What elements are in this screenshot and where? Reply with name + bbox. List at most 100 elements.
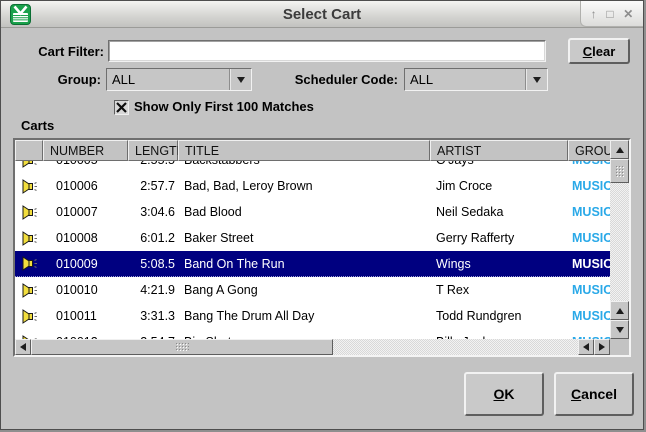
triangle-up-icon — [616, 147, 624, 153]
triangle-right-icon — [599, 343, 605, 351]
row-cell-number: 010010 — [43, 283, 128, 297]
vertical-scroll-track[interactable] — [610, 183, 629, 301]
scheduler-code-combobox-arrow[interactable] — [525, 69, 547, 90]
cart-filter-label: Cart Filter: — [1, 44, 104, 59]
header-number[interactable]: NUMBER — [43, 140, 128, 161]
triangle-left-icon — [20, 343, 26, 351]
speaker-icon — [21, 205, 38, 220]
row-cell-artist: Jim Croce — [430, 179, 568, 193]
shade-icon[interactable]: ↑ — [591, 8, 597, 20]
row-cell-artist: Todd Rundgren — [430, 309, 568, 323]
group-label: Group: — [1, 72, 101, 87]
speaker-icon — [21, 256, 38, 271]
header-group[interactable]: GROUP — [568, 140, 610, 161]
row-cell-title: Band On The Run — [178, 257, 430, 271]
row-cell-length: 6:01.2 — [128, 231, 178, 245]
row-cell-group: MUSIC — [568, 283, 610, 297]
row-cell-number: 010008 — [43, 231, 128, 245]
table-row[interactable]: 010009 5:08.5 Band On The Run Wings MUSI… — [15, 251, 610, 277]
chevron-down-icon — [533, 77, 541, 83]
thumb-grip — [615, 165, 625, 177]
vertical-scrollbar[interactable] — [610, 140, 629, 339]
row-cell-icon — [15, 309, 43, 324]
row-cell-group: MUSIC — [568, 257, 610, 271]
titlebar[interactable]: Select Cart ↑ □ ✕ — [1, 1, 643, 28]
maximize-icon[interactable]: □ — [606, 8, 613, 20]
row-cell-title: Bad Blood — [178, 205, 430, 219]
row-cell-artist: T Rex — [430, 283, 568, 297]
horizontal-scroll-track[interactable] — [333, 339, 578, 355]
cancel-button[interactable]: Cancel — [554, 372, 634, 416]
row-cell-title: Bang A Gong — [178, 283, 430, 297]
row-cell-icon — [15, 231, 43, 246]
row-cell-title: Bad, Bad, Leroy Brown — [178, 179, 430, 193]
triangle-up-icon — [616, 308, 624, 314]
row-cell-group: MUSIC — [568, 161, 610, 167]
row-cell-artist: Billy Joel — [430, 335, 568, 339]
row-cell-group: MUSIC — [568, 179, 610, 193]
row-cell-group: MUSIC — [568, 335, 610, 339]
thumb-grip — [175, 342, 189, 352]
row-cell-icon — [15, 205, 43, 220]
window-controls: ↑ □ ✕ — [580, 1, 643, 27]
vertical-scroll-thumb[interactable] — [610, 159, 629, 183]
horizontal-scrollbar[interactable] — [15, 339, 610, 355]
speaker-icon — [21, 283, 38, 298]
scroll-down-button[interactable] — [610, 320, 629, 339]
scroll-right-button[interactable] — [594, 339, 610, 355]
row-cell-icon — [15, 283, 43, 298]
scroll-up-button-2[interactable] — [610, 301, 629, 320]
clear-button[interactable]: Clear — [568, 38, 630, 64]
scroll-up-button[interactable] — [610, 140, 629, 159]
table-row[interactable]: 010007 3:04.6 Bad Blood Neil Sedaka MUSI… — [15, 199, 610, 225]
carts-table: NUMBER LENGTH TITLE ARTIST GROUP 010005 … — [13, 138, 631, 357]
row-cell-group: MUSIC — [568, 309, 610, 323]
row-cell-title: Baker Street — [178, 231, 430, 245]
row-cell-number: 010005 — [43, 161, 128, 167]
row-cell-group: MUSIC — [568, 231, 610, 245]
row-cell-length: 5:08.5 — [128, 257, 178, 271]
cart-filter-input[interactable] — [108, 40, 546, 62]
speaker-icon — [21, 309, 38, 324]
close-icon[interactable]: ✕ — [623, 8, 633, 20]
scroll-left-button-2[interactable] — [578, 339, 594, 355]
row-cell-length: 3:31.3 — [128, 309, 178, 323]
speaker-icon — [21, 179, 38, 194]
row-cell-artist: O'Jays — [430, 161, 568, 167]
scheduler-code-label: Scheduler Code: — [201, 72, 398, 87]
row-cell-length: 4:21.9 — [128, 283, 178, 297]
scrollbar-corner — [610, 339, 629, 355]
row-cell-icon — [15, 256, 43, 271]
scheduler-code-combobox[interactable]: ALL — [404, 68, 548, 91]
row-cell-icon — [15, 335, 43, 340]
row-cell-number: 010006 — [43, 179, 128, 193]
row-cell-number: 010012 — [43, 335, 128, 339]
scroll-left-button[interactable] — [15, 339, 31, 355]
row-cell-length: 2:54.7 — [128, 335, 178, 339]
row-cell-length: 3:04.6 — [128, 205, 178, 219]
row-cell-icon — [15, 161, 43, 168]
scheduler-code-combobox-value: ALL — [405, 72, 525, 87]
row-cell-length: 2:55.5 — [128, 161, 178, 167]
table-row[interactable]: 010010 4:21.9 Bang A Gong T Rex MUSIC — [15, 277, 610, 303]
header-icon-column[interactable] — [15, 140, 43, 161]
table-row[interactable]: 010006 2:57.7 Bad, Bad, Leroy Brown Jim … — [15, 173, 610, 199]
speaker-icon — [21, 161, 38, 168]
header-length[interactable]: LENGTH — [128, 140, 178, 161]
table-row[interactable]: 010008 6:01.2 Baker Street Gerry Raffert… — [15, 225, 610, 251]
row-cell-group: MUSIC — [568, 205, 610, 219]
row-cell-artist: Neil Sedaka — [430, 205, 568, 219]
row-cell-number: 010007 — [43, 205, 128, 219]
table-row[interactable]: 010012 2:54.7 Big Shot Billy Joel MUSIC — [15, 329, 610, 339]
checkbox-x-icon — [116, 102, 127, 113]
row-cell-icon — [15, 179, 43, 194]
header-artist[interactable]: ARTIST — [430, 140, 568, 161]
header-title[interactable]: TITLE — [178, 140, 430, 161]
row-cell-artist: Wings — [430, 257, 568, 271]
horizontal-scroll-thumb[interactable] — [31, 339, 333, 355]
window-title: Select Cart — [1, 1, 643, 28]
show-only-first-100-checkbox[interactable] — [114, 100, 129, 115]
table-row[interactable]: 010005 2:55.5 Backstabbers O'Jays MUSIC — [15, 161, 610, 173]
ok-button[interactable]: OK — [464, 372, 544, 416]
table-row[interactable]: 010011 3:31.3 Bang The Drum All Day Todd… — [15, 303, 610, 329]
